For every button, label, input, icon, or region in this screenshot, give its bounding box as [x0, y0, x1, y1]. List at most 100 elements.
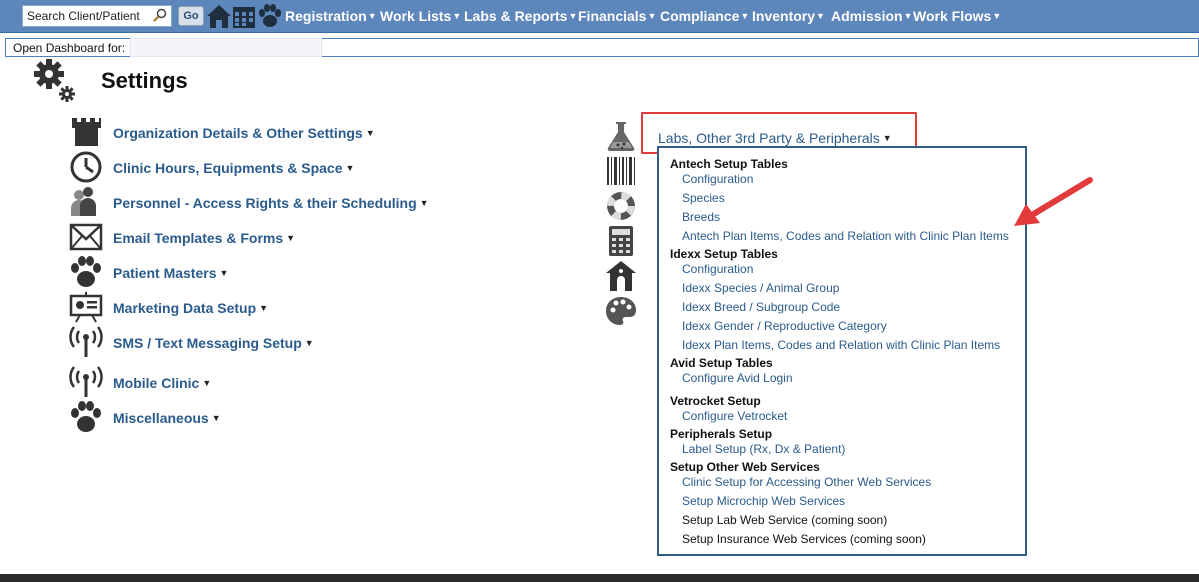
nav-label: Inventory	[752, 8, 816, 24]
menu-label: Mobile Clinic	[113, 375, 200, 391]
bottom-bar	[0, 574, 1199, 582]
nav-labs-reports[interactable]: Labs & Reports▼	[464, 8, 577, 24]
paw-icon	[71, 256, 101, 287]
label-setup-link[interactable]: Label Setup (Rx, Dx & Patient)	[682, 442, 845, 456]
menu-label: Marketing Data Setup	[113, 300, 257, 316]
search-client-patient-input[interactable]: Search Client/Patient	[22, 5, 172, 27]
nav-label: Admission	[831, 8, 903, 24]
configure-avid-login-link[interactable]: Configure Avid Login	[682, 371, 793, 385]
annotation-arrow	[1014, 177, 1093, 226]
nav-label: Labs & Reports	[464, 8, 568, 24]
menu-labs-3rd-party-peripherals[interactable]: Labs, Other 3rd Party & Peripherals ▼	[658, 130, 892, 146]
barcode-icon	[607, 157, 635, 185]
antech-plan-items-link[interactable]: Antech Plan Items, Codes and Relation wi…	[682, 229, 1009, 243]
idexx-breed-link[interactable]: Idexx Breed / Subgroup Code	[682, 300, 840, 314]
nav-financials[interactable]: Financials▼	[578, 8, 656, 24]
calculator-icon	[609, 226, 633, 256]
palette-icon	[606, 297, 636, 325]
caret-down-icon: ▼	[286, 233, 296, 243]
menu-mobile-clinic[interactable]: Mobile Clinic ▼	[113, 375, 211, 391]
nav-admission[interactable]: Admission▼	[831, 8, 913, 24]
dashboard-bar: Open Dashboard for:	[5, 38, 1199, 57]
dog-house-icon	[606, 261, 636, 291]
personnel-icon	[71, 187, 96, 216]
caret-down-icon: ▼	[740, 11, 750, 21]
nav-compliance[interactable]: Compliance▼	[660, 8, 749, 24]
caret-down-icon: ▼	[365, 128, 375, 138]
lifebuoy-icon	[607, 192, 635, 220]
go-button[interactable]: Go	[178, 6, 204, 26]
menu-clinic-hours[interactable]: Clinic Hours, Equipments & Space ▼	[113, 160, 354, 176]
caret-down-icon: ▼	[903, 11, 913, 21]
caret-down-icon: ▼	[304, 338, 314, 348]
search-placeholder: Search Client/Patient	[27, 9, 140, 23]
envelope-icon	[69, 223, 103, 251]
flask-icon	[607, 122, 635, 152]
menu-label: Miscellaneous	[113, 410, 209, 426]
menu-miscellaneous[interactable]: Miscellaneous ▼	[113, 410, 221, 426]
search-icon[interactable]	[153, 8, 167, 22]
labs-dropdown-menu: Antech Setup Tables Configuration Specie…	[657, 146, 1027, 556]
menu-email-templates[interactable]: Email Templates & Forms ▼	[113, 230, 295, 246]
paw-icon[interactable]	[257, 4, 283, 29]
configure-vetrocket-link[interactable]: Configure Vetrocket	[682, 409, 787, 423]
antech-breeds-link[interactable]: Breeds	[682, 210, 720, 224]
idexx-heading: Idexx Setup Tables	[670, 247, 778, 261]
menu-label: Labs, Other 3rd Party & Peripherals	[658, 130, 880, 146]
caret-down-icon: ▼	[202, 378, 212, 388]
page-title: Settings	[101, 68, 188, 93]
nav-work-lists[interactable]: Work Lists▼	[380, 8, 461, 24]
menu-patient-masters[interactable]: Patient Masters ▼	[113, 265, 228, 281]
nav-inventory[interactable]: Inventory▼	[752, 8, 825, 24]
caret-down-icon: ▼	[568, 11, 578, 21]
web-services-heading: Setup Other Web Services	[670, 460, 820, 474]
clinic-web-services-link[interactable]: Clinic Setup for Accessing Other Web Ser…	[682, 475, 931, 489]
caret-down-icon: ▼	[452, 11, 462, 21]
caret-down-icon: ▼	[816, 11, 825, 21]
idexx-species-link[interactable]: Idexx Species / Animal Group	[682, 281, 839, 295]
insurance-web-services-item: Setup Insurance Web Services (coming soo…	[682, 532, 926, 546]
home-icon[interactable]	[206, 4, 232, 29]
caret-down-icon: ▼	[367, 11, 377, 21]
peripherals-heading: Peripherals Setup	[670, 427, 773, 441]
settings-gear-icon	[34, 59, 75, 102]
menu-personnel[interactable]: Personnel - Access Rights & their Schedu…	[113, 195, 429, 211]
caret-down-icon: ▼	[259, 303, 269, 313]
antech-species-link[interactable]: Species	[682, 191, 725, 205]
caret-down-icon: ▼	[211, 413, 221, 423]
antech-configuration-link[interactable]: Configuration	[682, 172, 753, 186]
dashboard-client-field[interactable]	[130, 38, 322, 57]
nav-work-flows[interactable]: Work Flows▼	[913, 8, 1001, 24]
antenna-icon	[69, 326, 103, 357]
nav-registration[interactable]: Registration▼	[285, 8, 377, 24]
presentation-icon	[69, 292, 103, 323]
nav-label: Registration	[285, 8, 367, 24]
nav-label: Financials	[578, 8, 647, 24]
antenna-icon	[69, 366, 103, 397]
caret-down-icon: ▼	[345, 163, 355, 173]
calendar-icon[interactable]	[232, 4, 256, 29]
idexx-configuration-link[interactable]: Configuration	[682, 262, 753, 276]
clock-icon	[70, 151, 102, 183]
caret-down-icon: ▼	[647, 11, 657, 21]
vetrocket-heading: Vetrocket Setup	[670, 394, 761, 408]
menu-label: Organization Details & Other Settings	[113, 125, 363, 141]
nav-label: Compliance	[660, 8, 740, 24]
menu-marketing-data[interactable]: Marketing Data Setup ▼	[113, 300, 268, 316]
menu-sms-setup[interactable]: SMS / Text Messaging Setup ▼	[113, 335, 314, 351]
caret-down-icon: ▼	[219, 268, 229, 278]
top-navigation-bar: Search Client/Patient Go Registration▼ W…	[0, 0, 1199, 33]
idexx-gender-link[interactable]: Idexx Gender / Reproductive Category	[682, 319, 887, 333]
open-dashboard-label: Open Dashboard for:	[13, 41, 126, 55]
nav-label: Work Lists	[380, 8, 452, 24]
caret-down-icon: ▼	[882, 133, 892, 143]
castle-icon	[72, 118, 101, 146]
menu-organization-details[interactable]: Organization Details & Other Settings ▼	[113, 125, 375, 141]
avid-heading: Avid Setup Tables	[670, 356, 773, 370]
menu-label: Email Templates & Forms	[113, 230, 284, 246]
microchip-web-services-link[interactable]: Setup Microchip Web Services	[682, 494, 845, 508]
nav-label: Work Flows	[913, 8, 992, 24]
idexx-plan-items-link[interactable]: Idexx Plan Items, Codes and Relation wit…	[682, 338, 1000, 352]
menu-label: Patient Masters	[113, 265, 217, 281]
paw-icon	[71, 401, 101, 432]
